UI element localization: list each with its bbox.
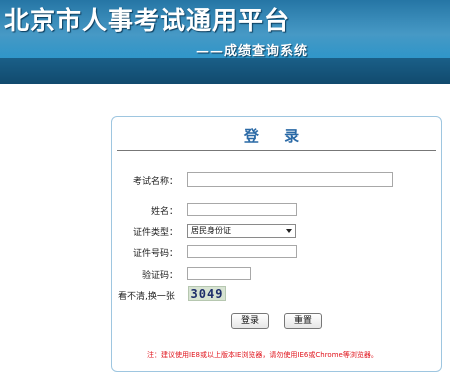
name-input[interactable] [187,203,297,216]
exam-name-input[interactable] [187,172,393,187]
name-label: 姓名： [150,207,178,217]
site-header: 北京市人事考试通用平台 ——成绩查询系统 [0,0,450,84]
login-panel: 登 录 [111,116,442,372]
chevron-down-icon [286,229,292,233]
login-title: 登 录 [243,127,310,145]
id-type-label: 证件类型： [132,228,178,238]
captcha-code: 3049 [190,287,224,301]
site-subtitle: ——成绩查询系统 [196,44,309,59]
site-title: 北京市人事考试通用平台 [4,6,291,35]
captcha-label: 验证码： [141,271,178,281]
reset-button[interactable]: 重置 [284,313,322,329]
id-number-input[interactable] [187,245,297,258]
browser-note: 注：建议使用IE8或以上版本IE浏览器，请勿使用IE6或Chrome等浏览器。 [147,351,378,359]
login-button[interactable]: 登录 [231,313,269,329]
captcha-image[interactable]: 3049 [188,286,226,301]
exam-name-label: 考试名称： [132,177,178,187]
id-type-selected: 居民身份证 [191,226,231,235]
title-divider [117,150,436,151]
id-type-select[interactable]: 居民身份证 [187,224,296,238]
id-number-label: 证件号码： [132,249,178,259]
captcha-input[interactable] [187,267,251,280]
header-bar [0,58,450,84]
refresh-captcha-link[interactable]: 看不清,换一张 [118,289,182,302]
